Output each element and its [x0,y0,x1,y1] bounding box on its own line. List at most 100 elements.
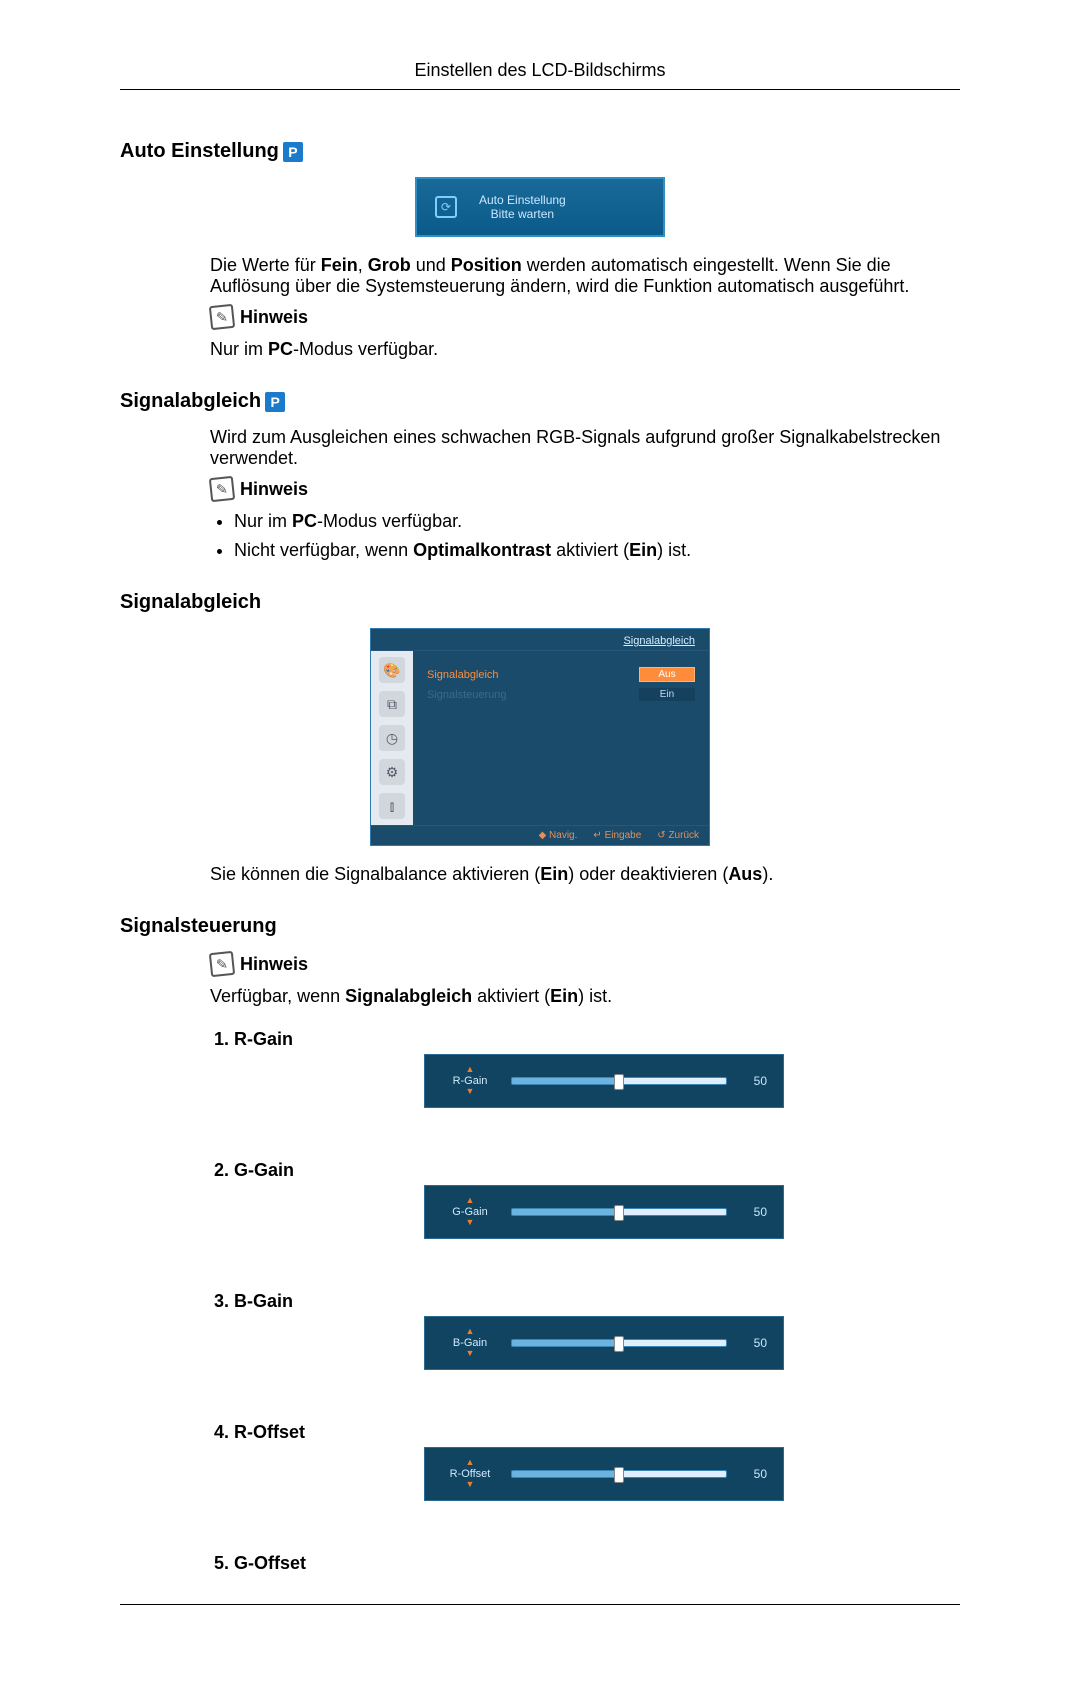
arrow-up-icon: ▲ [441,1196,499,1206]
osd-option-aus: Aus [639,667,695,682]
text-bold: Optimalkontrast [413,540,551,560]
section-heading-auto: Auto Einstellung P [120,140,960,163]
text: ) oder deaktivieren ( [568,864,728,884]
text: aktiviert ( [472,986,550,1006]
p-badge-icon: P [265,392,285,412]
text: Nur im [234,511,292,531]
slider-value: 50 [739,1074,767,1088]
bullet-item: Nur im PC-Modus verfügbar. [234,511,960,532]
slider-osd: ▲R-Gain▼ 50 [424,1054,784,1108]
text: -Modus verfügbar. [317,511,462,531]
text: Nicht verfügbar, wenn [234,540,413,560]
auto-box-line2: Bitte warten [479,207,566,221]
slider-track [511,1077,727,1085]
heading-text: Signalabgleich [120,591,261,614]
gain-list-item: R-Gain ▲R-Gain▼ 50 [234,1029,960,1108]
gain-list-item: B-Gain▲B-Gain▼50 [234,1291,960,1370]
osd-row-signalsteuerung: Signalsteuerung [427,689,507,701]
gain-item-label: G-Offset [234,1553,306,1573]
osd-footer-zurueck: ↺ Zurück [657,830,699,841]
page-title: Einstellen des LCD-Bildschirms [120,60,960,90]
text-bold: Ein [540,864,568,884]
arrow-down-icon: ▼ [441,1087,499,1097]
text: und [411,255,451,275]
slider-track [511,1470,727,1478]
arrow-down-icon: ▼ [441,1218,499,1228]
auto-box-line1: Auto Einstellung [479,193,566,207]
signalbalance-paragraph: Sie können die Signalbalance aktivieren … [210,864,960,885]
osd-footer-navig: ◆ Navig. [539,830,578,841]
slider-value: 50 [739,1336,767,1350]
text-bold: Grob [368,255,411,275]
text-bold: Signalabgleich [345,986,472,1006]
section-heading-signalabgleich-1: Signalabgleich P [120,390,960,413]
text: , [358,255,368,275]
arrow-up-icon: ▲ [441,1458,499,1468]
slider-osd: ▲B-Gain▼ 50 [424,1316,784,1370]
gain-item-label: R-Gain [234,1029,293,1049]
slider-value: 50 [739,1467,767,1481]
text: ) ist. [578,986,612,1006]
text: Sie können die Signalbalance aktivieren … [210,864,540,884]
slider-thumb [614,1467,624,1483]
p-badge-icon: P [283,142,303,162]
slider-thumb [614,1074,624,1090]
auto-einstellung-osd: ⟳ Auto Einstellung Bitte warten [415,177,665,237]
slider-track [511,1208,727,1216]
slider-value: 50 [739,1205,767,1219]
auto-pc-note: Nur im PC-Modus verfügbar. [210,339,960,360]
note-icon: ✎ [209,304,235,330]
osd-footer-eingabe: ↵ Eingabe [593,830,641,841]
signalsteuerung-note: Verfügbar, wenn Signalabgleich aktiviert… [210,986,960,1007]
bottom-rule [120,1604,960,1605]
text: -Modus verfügbar. [293,339,438,359]
text: Nur im [210,339,268,359]
text: ) ist. [657,540,691,560]
slider-thumb [614,1336,624,1352]
text: aktiviert ( [551,540,629,560]
text-bold: PC [292,511,317,531]
arrow-down-icon: ▼ [441,1480,499,1490]
clock-icon: ◷ [379,725,405,751]
picture-icon: ⧉ [379,691,405,717]
osd-sidebar: 🎨 ⧉ ◷ ⚙ ⫾ [371,651,413,825]
slider-label: ▲R-Gain▼ [441,1065,499,1097]
slider-label: ▲R-Offset▼ [441,1458,499,1490]
text-bold: Aus [728,864,762,884]
osd-title: Signalabgleich [371,629,709,651]
gain-list-item: G-Gain▲G-Gain▼50 [234,1160,960,1239]
text: Die Werte für [210,255,321,275]
osd-option-ein: Ein [639,688,695,701]
arrow-down-icon: ▼ [441,1349,499,1359]
text: ). [762,864,773,884]
slider-osd: ▲R-Offset▼ 50 [424,1447,784,1501]
osd-footer: ◆ Navig. ↵ Eingabe ↺ Zurück [371,825,709,845]
note-icon: ✎ [209,951,235,977]
text-bold: Ein [550,986,578,1006]
osd-row-signalabgleich: Signalabgleich [427,669,499,681]
slider-label: ▲B-Gain▼ [441,1327,499,1359]
gain-list-item: R-Offset ▲R-Offset▼ 50 [234,1422,960,1501]
heading-text: Auto Einstellung [120,140,279,163]
note-label: Hinweis [240,479,308,500]
gain-item-label: R-Offset [234,1422,305,1442]
note-label: Hinweis [240,307,308,328]
text-bold: Ein [629,540,657,560]
slider-track [511,1339,727,1347]
slider-osd: ▲G-Gain▼ 50 [424,1185,784,1239]
auto-paragraph: Die Werte für Fein, Grob und Position we… [210,255,960,297]
signalabgleich-desc: Wird zum Ausgleichen eines schwachen RGB… [210,427,960,469]
text: Verfügbar, wenn [210,986,345,1006]
chart-icon: ⫾ [379,793,405,819]
gain-list-item: G-Offset [234,1553,960,1574]
section-heading-signalsteuerung: Signalsteuerung [120,915,960,938]
section-heading-signalabgleich-2: Signalabgleich [120,591,960,614]
arrow-up-icon: ▲ [441,1065,499,1075]
text-bold: Fein [321,255,358,275]
arrow-up-icon: ▲ [441,1327,499,1337]
heading-text: Signalsteuerung [120,915,277,938]
note-icon: ✎ [209,476,235,502]
text-bold: Position [451,255,522,275]
refresh-icon: ⟳ [435,196,457,218]
slider-label: ▲G-Gain▼ [441,1196,499,1228]
